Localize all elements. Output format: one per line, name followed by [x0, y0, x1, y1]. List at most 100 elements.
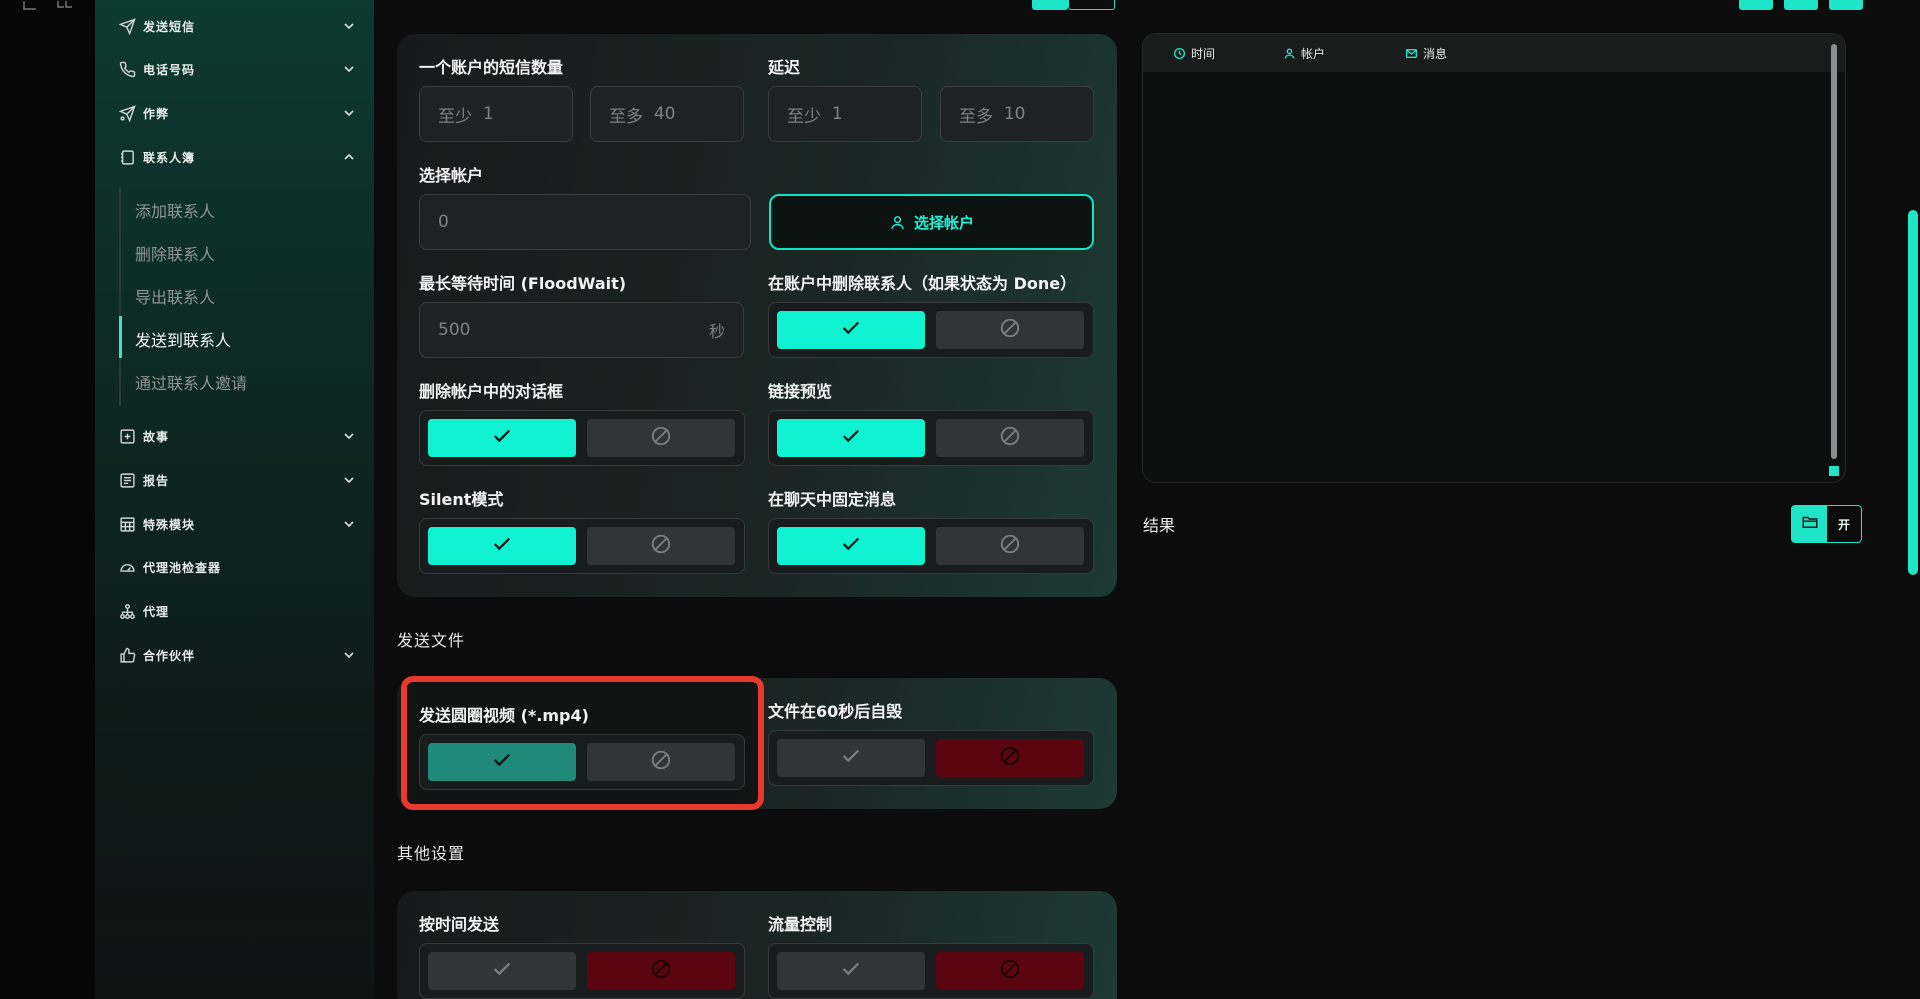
rail-layout-icon[interactable] [56, 0, 74, 14]
folder-icon [1801, 513, 1819, 535]
chevron-down-icon [341, 516, 357, 532]
log-panel: 时间 帐户 消息 [1142, 33, 1846, 483]
check-icon [840, 745, 862, 771]
chevron-down-icon [341, 428, 357, 444]
toggle-no-button[interactable] [587, 952, 735, 990]
sub-item-send-to-contacts[interactable]: 发送到联系人 [135, 327, 231, 351]
toggle-no-button[interactable] [587, 743, 735, 781]
ban-icon [999, 317, 1021, 343]
sidebar-item-phone-numbers[interactable]: 电话号码 [117, 57, 357, 81]
toggle-yes-button[interactable] [428, 743, 576, 781]
results-label: 结果 [1143, 516, 1176, 535]
page-scrollbar[interactable] [1908, 210, 1918, 575]
sidebar-item-proxy[interactable]: 代理 [117, 599, 357, 623]
toggle-yes-button[interactable] [777, 952, 925, 990]
select-account-label: 选择帐户 [419, 166, 484, 185]
results-actions: 开 [1791, 505, 1862, 543]
sms-max-input[interactable]: 至多 40 [590, 86, 744, 142]
toggle-yes-button[interactable] [428, 952, 576, 990]
log-resize-handle[interactable] [1829, 466, 1839, 476]
sidebar-item-partners[interactable]: 合作伙伴 [117, 643, 357, 667]
open-results-button[interactable]: 开 [1827, 506, 1861, 542]
toggle-yes-button[interactable] [777, 311, 925, 349]
toggle-no-button[interactable] [936, 739, 1084, 777]
gauge-icon [117, 557, 137, 577]
delay-max-placeholder: 至多 [959, 106, 993, 127]
left-rail [0, 0, 95, 999]
round-video-highlight: 发送圆圈视频 (*.mp4) [401, 676, 764, 810]
select-account-button[interactable]: 选择帐户 [769, 194, 1094, 250]
delete-dialog-label: 删除帐户中的对话框 [419, 382, 564, 401]
top-action-button[interactable] [1032, 0, 1068, 10]
top-right-button-3[interactable] [1829, 0, 1863, 10]
toggle-yes-button[interactable] [428, 419, 576, 457]
pin-message-label: 在聊天中固定消息 [768, 490, 897, 509]
chevron-down-icon [341, 647, 357, 663]
sidebar-item-label: 联系人簿 [143, 150, 196, 165]
toggle-yes-button[interactable] [777, 527, 925, 565]
open-folder-button[interactable] [1792, 506, 1827, 542]
ban-icon [999, 958, 1021, 984]
chevron-down-icon [341, 18, 357, 34]
sms-max-placeholder: 至多 [609, 106, 643, 127]
toggle-yes-button[interactable] [777, 419, 925, 457]
toggle-no-button[interactable] [587, 527, 735, 565]
top-right-button-2[interactable] [1784, 0, 1818, 10]
toggle-yes-button[interactable] [777, 739, 925, 777]
submenu-active-indicator [119, 316, 122, 358]
log-col-message-label: 消息 [1423, 46, 1448, 61]
top-action-button-outline[interactable] [1068, 0, 1115, 10]
floodwait-input[interactable]: 500 秒 [419, 302, 744, 358]
check-icon [491, 425, 513, 451]
toggle-no-button[interactable] [936, 952, 1084, 990]
sub-item-invite-via-contacts[interactable]: 通过联系人邀请 [135, 370, 247, 394]
phone-icon [117, 59, 137, 79]
account-count-input[interactable]: 0 [419, 194, 751, 250]
sidebar-item-stories[interactable]: 故事 [117, 424, 357, 448]
ban-icon [999, 745, 1021, 771]
toggle-no-button[interactable] [936, 311, 1084, 349]
log-scrollbar[interactable] [1831, 44, 1837, 459]
toggle-no-button[interactable] [936, 419, 1084, 457]
log-col-account[interactable]: 帐户 [1283, 45, 1405, 62]
other-settings-panel: 按时间发送 流量控制 [397, 891, 1117, 999]
toggle-no-button[interactable] [587, 419, 735, 457]
table-icon [117, 514, 137, 534]
delay-max-value: 10 [1003, 104, 1026, 124]
check-icon [491, 958, 513, 984]
sidebar-item-label: 报告 [143, 473, 170, 488]
sidebar-item-special-modules[interactable]: 特殊模块 [117, 512, 357, 536]
ban-icon [999, 533, 1021, 559]
ban-icon [650, 958, 672, 984]
send-cheat-icon [117, 103, 137, 123]
rail-edit-icon[interactable] [22, 0, 40, 14]
sidebar: 发送短信 电话号码 作弊 联系人簿 添加联系人 删除联系人 导出联系人 发送到联… [95, 0, 374, 999]
floodwait-unit: 秒 [708, 322, 725, 341]
sidebar-item-cheat[interactable]: 作弊 [117, 101, 357, 125]
self-destruct-label: 文件在60秒后自毁 [768, 702, 903, 721]
sidebar-item-label: 故事 [143, 429, 170, 444]
log-col-message[interactable]: 消息 [1405, 45, 1447, 62]
sidebar-item-label: 代理池检查器 [143, 560, 222, 575]
delay-min-input[interactable]: 至少 1 [768, 86, 922, 142]
log-col-time[interactable]: 时间 [1173, 45, 1283, 62]
toggle-yes-button[interactable] [428, 527, 576, 565]
sub-item-delete-contacts[interactable]: 删除联系人 [135, 241, 215, 265]
select-account-button-label: 选择帐户 [913, 213, 974, 232]
check-icon [491, 533, 513, 559]
sidebar-item-proxy-checker[interactable]: 代理池检查器 [117, 555, 357, 579]
sidebar-item-contact-book[interactable]: 联系人簿 [117, 145, 357, 169]
contact-book-icon [117, 147, 137, 167]
sms-min-input[interactable]: 至少 1 [419, 86, 573, 142]
sidebar-item-send-sms[interactable]: 发送短信 [117, 14, 357, 38]
delay-max-input[interactable]: 至多 10 [940, 86, 1094, 142]
sub-item-add-contacts[interactable]: 添加联系人 [135, 198, 215, 222]
link-preview-toggle [768, 410, 1094, 466]
sidebar-item-reports[interactable]: 报告 [117, 468, 357, 492]
top-right-button-1[interactable] [1739, 0, 1773, 10]
log-col-time-label: 时间 [1191, 46, 1216, 61]
check-icon [840, 317, 862, 343]
toggle-no-button[interactable] [936, 527, 1084, 565]
sub-item-export-contacts[interactable]: 导出联系人 [135, 284, 215, 308]
floodwait-label: 最长等待时间 (FloodWait) [419, 274, 627, 293]
